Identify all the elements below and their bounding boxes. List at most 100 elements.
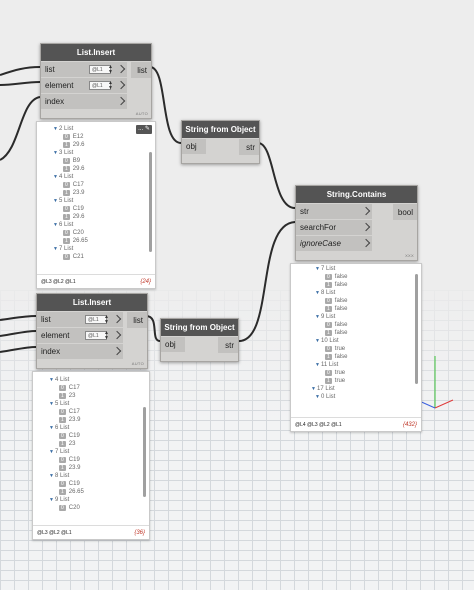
- item-count: {24}: [140, 278, 151, 285]
- input-port-list[interactable]: list @L1 ▲ ▼: [41, 62, 127, 78]
- tree-item: 1 29.6: [37, 165, 141, 173]
- tree-item: 0 false: [291, 321, 407, 329]
- output-port-str[interactable]: str: [239, 139, 259, 155]
- tree-text: 5 List: [59, 198, 74, 204]
- index-badge: 1: [325, 330, 332, 336]
- input-port-element[interactable]: element @L1 ▲ ▼: [37, 328, 123, 344]
- string-from-object-node-2[interactable]: String from Object obj str: [160, 318, 239, 362]
- index-badge: 1: [63, 238, 70, 244]
- list-levels[interactable]: @L4 @L3 @L2 @L1: [295, 422, 342, 428]
- lacing-label[interactable]: AUTO: [132, 361, 144, 366]
- list-levels[interactable]: @L3 @L2 @L1: [37, 530, 72, 536]
- tree-list-node[interactable]: ▼10 List: [291, 337, 407, 345]
- spinner-icon[interactable]: ▲ ▼: [104, 331, 109, 341]
- string-from-object-node-1[interactable]: String from Object obj str: [181, 120, 260, 164]
- tree-text: false: [334, 322, 348, 328]
- tree-item: 0 C17: [33, 408, 135, 416]
- tree-list-node[interactable]: ▼8 List: [33, 472, 135, 480]
- tree-list-node[interactable]: ▼6 List: [33, 424, 135, 432]
- tree-list-node[interactable]: ▼3 List: [37, 149, 141, 157]
- tree-list-node[interactable]: ▼6 List: [37, 221, 141, 229]
- index-badge: 1: [59, 417, 66, 423]
- input-port-element[interactable]: element @L1 ▲ ▼: [41, 78, 127, 94]
- tree-list-node[interactable]: ▼0 List: [291, 393, 407, 401]
- chevron-right-icon[interactable]: [112, 346, 122, 356]
- input-port-index[interactable]: index: [37, 344, 123, 360]
- tree-text: C19: [68, 457, 80, 463]
- input-port-searchfor[interactable]: searchFor: [296, 220, 372, 236]
- graph-canvas[interactable]: List.Insert list @L1 ▲ ▼ element @L1 ▲ ▼ i…: [0, 0, 474, 590]
- index-badge: 0: [59, 457, 66, 463]
- tree-text: false: [334, 282, 348, 288]
- tree-list-node[interactable]: ▼7 List: [37, 245, 141, 253]
- tree-text: C19: [68, 481, 80, 487]
- tree-text: 17 List: [317, 386, 335, 392]
- output-port-str[interactable]: str: [218, 337, 238, 353]
- index-badge: 0: [325, 298, 332, 304]
- input-port-obj[interactable]: obj: [161, 337, 185, 353]
- string-contains-node[interactable]: String.Contains str searchFor ignoreCase…: [295, 185, 418, 261]
- scrollbar[interactable]: [143, 407, 146, 497]
- lacing-label[interactable]: XXX: [405, 253, 414, 258]
- wire-list-1: [0, 66, 41, 76]
- tree-text: 6 List: [59, 222, 74, 228]
- spinner-icon[interactable]: ▲ ▼: [108, 65, 113, 75]
- input-port-list[interactable]: list @L1 ▲ ▼: [37, 312, 123, 328]
- tree-text: 8 List: [321, 290, 336, 296]
- tree-list-node[interactable]: ▼7 List: [33, 448, 135, 456]
- tree-item: 0 false: [291, 273, 407, 281]
- tree-list-node[interactable]: ▼5 List: [37, 197, 141, 205]
- chevron-right-icon[interactable]: [361, 238, 371, 248]
- tree-item: 0 C17: [37, 181, 141, 189]
- scrollbar[interactable]: [149, 152, 152, 252]
- node-title[interactable]: String from Object: [182, 121, 259, 138]
- spinner-icon[interactable]: ▲ ▼: [108, 81, 113, 91]
- index-badge: 1: [63, 214, 70, 220]
- scrollbar[interactable]: [415, 274, 418, 384]
- chevron-right-icon[interactable]: [112, 314, 122, 324]
- spinner-icon[interactable]: ▲ ▼: [104, 315, 109, 325]
- tree-text: 3 List: [59, 150, 74, 156]
- index-badge: 1: [63, 190, 70, 196]
- tree-text: 4 List: [59, 174, 74, 180]
- chevron-right-icon[interactable]: [361, 222, 371, 232]
- preview-bubble-contains[interactable]: ▼7 List 0 false 1 false ▼8 List 0 false 1 false ▼9…: [290, 263, 422, 432]
- tree-list-node[interactable]: ▼4 List: [33, 376, 135, 384]
- chevron-right-icon[interactable]: [116, 80, 126, 90]
- tree-item: 1 23: [33, 392, 135, 400]
- output-port-list[interactable]: list: [127, 312, 147, 328]
- list-levels[interactable]: @L3 @L2 @L1: [41, 279, 76, 285]
- input-port-obj[interactable]: obj: [182, 139, 206, 155]
- node-title[interactable]: String.Contains: [296, 186, 417, 203]
- wire-sfo1-to-contains-searchfor: [257, 142, 296, 209]
- chevron-right-icon[interactable]: [361, 206, 371, 216]
- lacing-label[interactable]: AUTO: [136, 111, 148, 116]
- node-title[interactable]: String from Object: [161, 319, 238, 336]
- chevron-right-icon[interactable]: [116, 64, 126, 74]
- tree-list-node[interactable]: ▼11 List: [291, 361, 407, 369]
- tree-text: false: [334, 298, 348, 304]
- tree-list-node[interactable]: ▼2 List: [37, 125, 141, 133]
- tree-list-node[interactable]: ▼9 List: [291, 313, 407, 321]
- chevron-right-icon[interactable]: [112, 330, 122, 340]
- node-title[interactable]: List.Insert: [41, 44, 151, 61]
- tree-list-node[interactable]: ▼8 List: [291, 289, 407, 297]
- tree-list-node[interactable]: ▼9 List: [33, 496, 135, 504]
- input-port-index[interactable]: index: [41, 94, 127, 110]
- chevron-right-icon[interactable]: [116, 96, 126, 106]
- index-badge: 0: [63, 206, 70, 212]
- input-port-ignorecase[interactable]: ignoreCase: [296, 236, 372, 252]
- preview-bubble-2[interactable]: ▼4 List 0 C17 1 23 ▼5 List 0 C17 1 23.9 ▼6 List 0 C1…: [32, 371, 150, 540]
- list-insert-node-1[interactable]: List.Insert list @L1 ▲ ▼ element @L1 ▲ ▼ i…: [40, 43, 152, 119]
- input-port-str[interactable]: str: [296, 204, 372, 220]
- preview-bubble-1[interactable]: ... ✎ ▼2 List 0 E12 1 29.6 ▼3 List 0 B9 1 29.6 ▼4 …: [36, 121, 156, 289]
- tree-list-node[interactable]: ▼7 List: [291, 265, 407, 273]
- tree-list-node[interactable]: ▼5 List: [33, 400, 135, 408]
- output-port-list[interactable]: list: [131, 62, 151, 78]
- list-insert-node-2[interactable]: List.Insert list @L1 ▲ ▼ element @L1 ▲ ▼ i…: [36, 293, 148, 369]
- tree-item: 0 false: [291, 297, 407, 305]
- tree-list-node[interactable]: ▼17 List: [291, 385, 407, 393]
- node-title[interactable]: List.Insert: [37, 294, 147, 311]
- tree-list-node[interactable]: ▼4 List: [37, 173, 141, 181]
- output-port-bool[interactable]: bool: [393, 204, 417, 220]
